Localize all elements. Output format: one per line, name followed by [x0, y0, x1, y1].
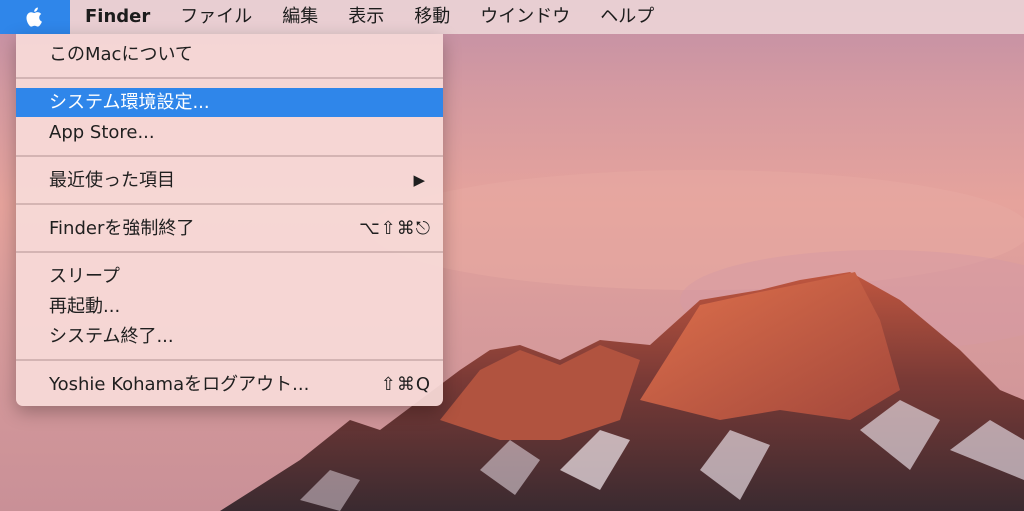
menu-separator: [16, 155, 443, 157]
menu-bar: Finder ファイル 編集 表示 移動 ウインドウ ヘルプ: [0, 0, 1024, 34]
submenu-arrow-icon: ▶: [413, 171, 425, 189]
menu-item-label: このMacについて: [49, 44, 193, 65]
menu-item-label: 再起動...: [49, 296, 121, 317]
menu-file[interactable]: ファイル: [165, 0, 267, 34]
menu-item-label: App Store...: [49, 122, 155, 143]
menu-item-label: システム環境設定...: [49, 92, 210, 113]
menu-separator: [16, 77, 443, 79]
menu-separator: [16, 251, 443, 253]
menu-item-force-quit[interactable]: Finderを強制終了 ⌥⇧⌘⎋: [16, 214, 443, 243]
menu-item-label: 最近使った項目: [49, 170, 175, 191]
menu-edit[interactable]: 編集: [267, 0, 333, 34]
menu-go[interactable]: 移動: [399, 0, 465, 34]
menu-item-system-preferences[interactable]: システム環境設定...: [16, 88, 443, 117]
keyboard-shortcut: ⌥⇧⌘⎋: [358, 218, 431, 239]
menu-separator: [16, 359, 443, 361]
apple-menu-button[interactable]: [0, 0, 70, 34]
keyboard-shortcut: ⇧⌘Q: [380, 374, 431, 395]
menu-item-label: システム終了...: [49, 326, 174, 347]
menu-item-about-this-mac[interactable]: このMacについて: [16, 40, 443, 69]
menu-item-recent-items[interactable]: 最近使った項目 ▶: [16, 166, 443, 195]
menu-separator: [16, 203, 443, 205]
menu-item-sleep[interactable]: スリープ: [16, 262, 443, 291]
menu-help[interactable]: ヘルプ: [585, 0, 669, 34]
menu-view[interactable]: 表示: [333, 0, 399, 34]
menu-item-restart[interactable]: 再起動...: [16, 292, 443, 321]
menu-item-label: スリープ: [49, 266, 120, 287]
menu-item-label: Yoshie Kohamaをログアウト...: [49, 374, 310, 395]
menu-item-app-store[interactable]: App Store...: [16, 118, 443, 147]
menu-window[interactable]: ウインドウ: [465, 0, 585, 34]
menu-item-shutdown[interactable]: システム終了...: [16, 322, 443, 351]
apple-logo-icon: [26, 7, 42, 27]
menu-finder[interactable]: Finder: [70, 0, 165, 34]
menu-item-logout[interactable]: Yoshie Kohamaをログアウト... ⇧⌘Q: [16, 370, 443, 399]
apple-menu-dropdown: このMacについて システム環境設定... App Store... 最近使った…: [16, 34, 443, 406]
menu-item-label: Finderを強制終了: [49, 218, 195, 239]
